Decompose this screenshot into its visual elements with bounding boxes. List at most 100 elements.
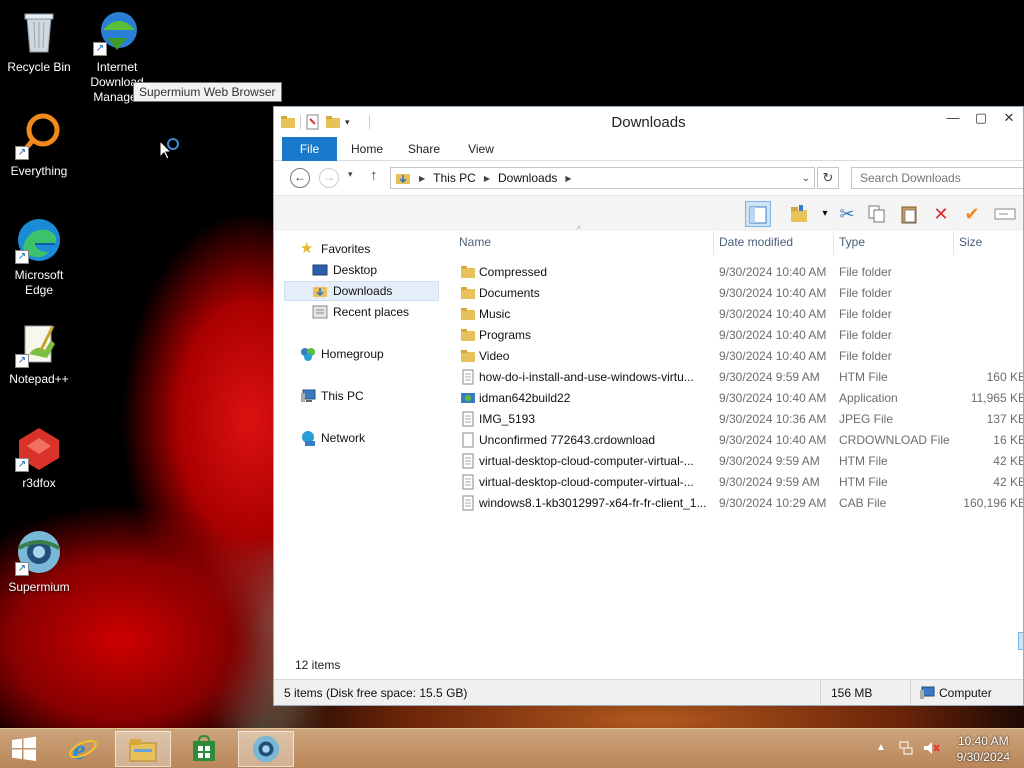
everything-icon: ↗ [15, 112, 63, 160]
file-row[interactable]: virtual-desktop-cloud-computer-virtual-.… [452, 451, 1023, 472]
file-size: 11,965 KB [970, 391, 1024, 405]
content-area: ★ Favorites Desktop Downloads Recent pla… [274, 225, 1023, 650]
window-controls: — ▢ ✕ [939, 107, 1023, 131]
recent-locations-icon[interactable]: ▾ [348, 169, 353, 180]
shortcut-arrow-icon: ↗ [15, 354, 29, 368]
nav-favorites[interactable]: ★ Favorites [300, 239, 370, 259]
file-row[interactable]: Compressed 9/30/2024 10:40 AM File folder [452, 262, 1023, 283]
file-size: 137 KB [986, 412, 1024, 426]
folder-icon [460, 348, 476, 364]
file-name: IMG_5193 [479, 412, 536, 426]
column-header-size[interactable]: Size [959, 235, 982, 249]
nav-recent-places[interactable]: Recent places [312, 302, 409, 322]
column-header-type[interactable]: Type [839, 235, 865, 249]
column-divider[interactable] [713, 231, 714, 255]
file-row[interactable]: IMG_5193 9/30/2024 10:36 AM JPEG File 137 K… [452, 409, 1023, 430]
details-view-toggle[interactable] [1018, 632, 1023, 650]
properties-check-icon[interactable]: ✔ [959, 201, 985, 227]
file-row[interactable]: windows8.1-kb3012997-x64-fr-fr-client_1.… [452, 493, 1023, 514]
taskbar-file-explorer[interactable] [115, 731, 171, 767]
file-row[interactable]: Music 9/30/2024 10:40 AM File folder [452, 304, 1023, 325]
address-bar[interactable]: ▶ This PC ▶ Downloads ▶ ⌄ [390, 167, 815, 189]
refresh-button[interactable]: ↻ [817, 167, 839, 189]
nav-label: Network [321, 431, 366, 445]
file-type: HTM File [839, 475, 888, 489]
clock-date: 9/30/2024 [956, 750, 1010, 764]
nav-label: Recent places [333, 305, 410, 319]
search-input[interactable] [851, 167, 1023, 189]
network-tray-icon[interactable] [898, 740, 914, 756]
column-header-name[interactable]: Name [459, 235, 491, 249]
file-row[interactable]: virtual-desktop-cloud-computer-virtual-.… [452, 472, 1023, 493]
address-dropdown-icon[interactable]: ⌄ [802, 173, 810, 184]
close-button[interactable]: ✕ [995, 107, 1023, 131]
breadcrumb-chevron-icon[interactable]: ▶ [419, 174, 425, 183]
file-row[interactable]: how-do-i-install-and-use-windows-virtu..… [452, 367, 1023, 388]
shortcut-arrow-icon: ↗ [15, 146, 29, 160]
volume-muted-icon[interactable] [922, 739, 940, 757]
desktop-icon-recycle-bin[interactable]: Recycle Bin [1, 8, 77, 75]
nav-homegroup[interactable]: Homegroup [300, 344, 384, 364]
maximize-button[interactable]: ▢ [967, 107, 995, 131]
forward-button[interactable]: → [319, 168, 339, 188]
tab-home[interactable]: Home [350, 139, 384, 161]
copy-icon[interactable] [864, 201, 890, 227]
supermium-icon: ↗ [15, 528, 63, 576]
taskbar-store[interactable] [176, 731, 232, 767]
taskbar-supermium[interactable] [238, 731, 294, 767]
file-type: File folder [839, 349, 892, 363]
folder-options-icon[interactable] [786, 201, 812, 227]
back-button[interactable]: ← [290, 168, 310, 188]
file-row[interactable]: Unconfirmed 772643.crdownload 9/30/2024 1… [452, 430, 1023, 451]
file-name: Video [479, 349, 510, 363]
show-hidden-icons-icon[interactable]: ▲ [876, 742, 886, 753]
tab-view[interactable]: View [467, 139, 495, 161]
preview-pane-button[interactable] [745, 201, 771, 227]
clock[interactable]: 10:40 AM 9/30/2024 [957, 733, 1010, 765]
explorer-window[interactable]: ▾ Downloads — ▢ ✕ File Home Share View ←… [273, 106, 1024, 706]
cut-icon[interactable]: ✂ [834, 201, 860, 227]
file-type: CRDOWNLOAD File [839, 433, 950, 447]
desktop-icon-r3dfox[interactable]: ↗ r3dfox [1, 424, 77, 491]
tab-file[interactable]: File [282, 137, 337, 161]
file-row[interactable]: Programs 9/30/2024 10:40 AM File folder [452, 325, 1023, 346]
up-arrow-icon[interactable]: ↑ [370, 167, 378, 184]
breadcrumb-downloads[interactable]: Downloads [498, 171, 557, 185]
status-divider [910, 680, 911, 704]
folder-icon [460, 327, 476, 343]
column-divider[interactable] [953, 231, 954, 255]
column-header-date[interactable]: Date modified [719, 235, 793, 249]
taskbar-internet-explorer[interactable]: e [55, 731, 111, 767]
title-bar[interactable]: ▾ Downloads — ▢ ✕ [274, 107, 1023, 137]
file-row[interactable]: Documents 9/30/2024 10:40 AM File folder [452, 283, 1023, 304]
nav-this-pc[interactable]: This PC [300, 386, 364, 406]
rename-icon[interactable] [992, 201, 1018, 227]
minimize-button[interactable]: — [939, 107, 967, 131]
breadcrumb-chevron-icon[interactable]: ▶ [565, 174, 571, 183]
file-name: Unconfirmed 772643.crdownload [479, 433, 656, 447]
file-row[interactable]: Video 9/30/2024 10:40 AM File folder [452, 346, 1023, 367]
desktop-icon-everything[interactable]: ↗ Everything [1, 112, 77, 179]
paste-icon[interactable] [896, 201, 922, 227]
breadcrumb-this-pc[interactable]: This PC [433, 171, 476, 185]
file-row[interactable]: idman642build22 9/30/2024 10:40 AM Applica… [452, 388, 1023, 409]
file-size: 42 KB [993, 475, 1024, 489]
nav-downloads[interactable]: Downloads [312, 281, 392, 301]
downloads-folder-icon [312, 283, 328, 299]
nav-desktop[interactable]: Desktop [312, 260, 377, 280]
nav-network[interactable]: Network [300, 428, 365, 448]
delete-icon[interactable]: ✕ [928, 201, 954, 227]
tab-share[interactable]: Share [408, 139, 440, 161]
tooltip: Supermium Web Browser [133, 82, 282, 102]
nav-label: This PC [321, 389, 364, 403]
start-button[interactable] [0, 731, 48, 767]
file-name: Programs [479, 328, 532, 342]
desktop-icon-edge[interactable]: ↗ Microsoft Edge [1, 216, 77, 298]
file-date: 9/30/2024 10:40 AM [719, 349, 827, 363]
navigation-pane: ★ Favorites Desktop Downloads Recent pla… [282, 231, 442, 650]
desktop-icon-notepadpp[interactable]: ↗ Notepad++ [1, 320, 77, 387]
column-divider[interactable] [833, 231, 834, 255]
desktop-icon-supermium[interactable]: ↗ Supermium [1, 528, 77, 595]
nav-label: Homegroup [321, 347, 384, 361]
breadcrumb-chevron-icon[interactable]: ▶ [484, 174, 490, 183]
